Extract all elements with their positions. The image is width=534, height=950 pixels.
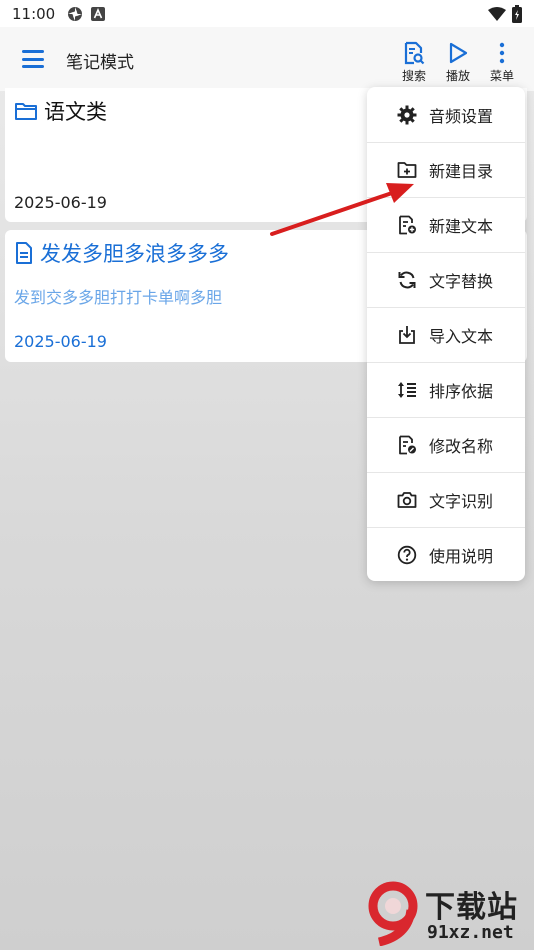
folder-icon bbox=[15, 103, 37, 120]
search-doc-icon bbox=[404, 41, 425, 65]
menu-item-help[interactable]: 使用说明 bbox=[367, 527, 525, 582]
menu-item-new-text[interactable]: 新建文本 bbox=[367, 197, 525, 252]
a-badge-icon bbox=[91, 6, 106, 21]
menu-item-label: 新建文本 bbox=[429, 216, 494, 236]
wifi-icon bbox=[488, 6, 506, 21]
menu-item-label: 文字识别 bbox=[429, 491, 494, 511]
play-icon bbox=[449, 42, 468, 64]
play-button-label: 播放 bbox=[445, 69, 470, 83]
menu-item-label: 新建目录 bbox=[429, 161, 494, 181]
menu-item-audio-settings[interactable]: 音频设置 bbox=[367, 87, 525, 142]
menu-item-label: 使用说明 bbox=[429, 546, 494, 566]
menu-item-sort-by[interactable]: 排序依据 bbox=[367, 362, 525, 417]
app-bar: 笔记模式 搜索 播放 菜单 bbox=[0, 27, 534, 91]
menu-drawer-icon[interactable] bbox=[22, 50, 44, 68]
watermark-logo: 下载站 91xz.net bbox=[363, 880, 533, 948]
battery-icon bbox=[512, 4, 522, 23]
new-folder-icon bbox=[397, 161, 417, 178]
edit-file-icon bbox=[399, 435, 416, 454]
note-date: 2025-06-19 bbox=[14, 193, 107, 212]
refresh-icon bbox=[398, 271, 416, 288]
menu-item-label: 修改名称 bbox=[429, 436, 494, 456]
watermark-line2: 91xz.net bbox=[427, 922, 514, 943]
menu-item-ocr[interactable]: 文字识别 bbox=[367, 472, 525, 527]
help-icon bbox=[397, 545, 417, 564]
more-vert-icon bbox=[499, 42, 505, 64]
play-button[interactable]: 播放 bbox=[438, 41, 478, 84]
note-title: 语文类 bbox=[44, 100, 107, 124]
overflow-menu: 音频设置 新建目录 新建文本 文字替换 导入文本 排序依据 修改名称 文字识别 … bbox=[367, 87, 525, 581]
menu-item-import-text[interactable]: 导入文本 bbox=[367, 307, 525, 362]
menu-item-label: 文字替换 bbox=[429, 271, 494, 291]
import-icon bbox=[399, 325, 415, 344]
note-date: 2025-06-19 bbox=[14, 332, 107, 351]
note-title: 发发多胆多浪多多多 bbox=[40, 242, 229, 266]
watermark-9-icon bbox=[368, 881, 418, 946]
new-file-icon bbox=[399, 215, 416, 234]
search-button[interactable]: 搜索 bbox=[394, 41, 434, 84]
document-icon bbox=[16, 242, 32, 264]
menu-item-rename[interactable]: 修改名称 bbox=[367, 417, 525, 472]
app-icon bbox=[68, 6, 83, 21]
gear-icon bbox=[397, 105, 417, 124]
menu-item-label: 导入文本 bbox=[429, 326, 494, 346]
page-title: 笔记模式 bbox=[66, 53, 134, 73]
more-menu-label: 菜单 bbox=[489, 69, 514, 83]
watermark-line1: 下载站 bbox=[425, 890, 518, 925]
menu-item-text-replace[interactable]: 文字替换 bbox=[367, 252, 525, 307]
search-button-label: 搜索 bbox=[401, 69, 426, 83]
menu-item-label: 排序依据 bbox=[429, 381, 494, 401]
sort-icon bbox=[398, 381, 416, 398]
camera-icon bbox=[397, 491, 417, 508]
status-time: 11:00 bbox=[12, 4, 56, 23]
menu-item-new-folder[interactable]: 新建目录 bbox=[367, 142, 525, 197]
menu-item-label: 音频设置 bbox=[429, 106, 494, 126]
more-menu-button[interactable]: 菜单 bbox=[482, 41, 522, 84]
note-preview: 发到交多多胆打打卡单啊多胆 bbox=[14, 288, 223, 307]
status-bar: 11:00 bbox=[0, 0, 534, 27]
